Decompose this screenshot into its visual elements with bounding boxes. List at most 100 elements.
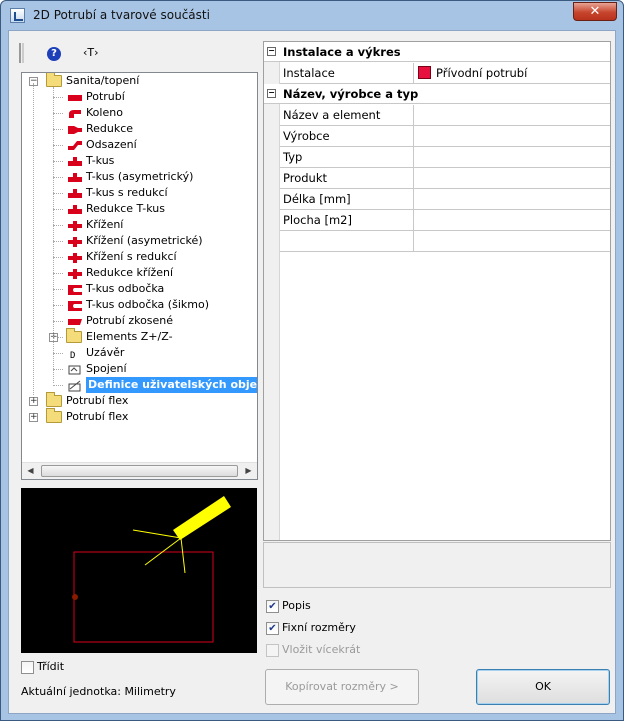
property-key: Produkt (280, 168, 414, 188)
property-key: Plocha [m2] (280, 210, 414, 230)
tree-item-label: Křížení (86, 218, 124, 231)
property-row[interactable]: Produkt (280, 168, 610, 189)
join-icon (68, 364, 82, 375)
cap-icon: D (68, 348, 82, 361)
tree-connector (53, 129, 63, 130)
fixed-dimensions-checkbox[interactable]: ✔ Fixní rozměry (266, 621, 356, 635)
elbow-icon (68, 108, 82, 118)
property-key: Instalace (280, 63, 414, 83)
section-header-installation[interactable]: − Instalace a výkres (264, 42, 610, 62)
tree-connector (53, 193, 63, 194)
dialog-window: 2D Potrubí a tvarové součásti ✕ ? ‹T› − … (0, 0, 624, 721)
title-bar: 2D Potrubí a tvarové součásti ✕ (1, 1, 623, 29)
property-key: Typ (280, 147, 414, 167)
tree-item-label: T-kus odbočka (šikmo) (86, 298, 209, 311)
property-row[interactable] (280, 231, 610, 252)
checkbox-box[interactable]: ✔ (266, 621, 279, 635)
cross-reducing-icon (68, 252, 82, 263)
tree-connector (53, 97, 63, 98)
folder-icon (66, 328, 82, 343)
tree-item-label: Křížení (asymetrické) (86, 234, 203, 247)
property-row[interactable]: Plocha [m2] (280, 210, 610, 231)
property-row[interactable]: Délka [mm] (280, 189, 610, 210)
tree-item-label: Potrubí flex (66, 394, 129, 407)
collapse-icon[interactable]: − (267, 89, 276, 98)
checkbox-box[interactable]: ✔ (266, 599, 279, 613)
tree-connector (53, 113, 63, 114)
tree-connector (53, 225, 63, 226)
folder-icon (46, 392, 62, 407)
tree-item-label: Redukce T-kus (86, 202, 165, 215)
label-checkbox[interactable]: ✔ Popis (266, 599, 311, 613)
property-key: Délka [mm] (280, 189, 414, 209)
property-key (280, 231, 414, 251)
properties-grid[interactable]: − Instalace a výkres Instalace Přívodní … (263, 41, 611, 541)
text-tag-icon[interactable]: ‹T› (83, 46, 99, 59)
property-row[interactable]: Název a element (280, 105, 610, 126)
expand-icon[interactable]: + (29, 397, 38, 406)
tee-asym-icon (68, 172, 82, 182)
tree-item-label: Potrubí (86, 90, 125, 103)
property-row[interactable]: Výrobce (280, 126, 610, 147)
tree-item-label: Spojení (86, 362, 127, 375)
toolbar-grip-icon[interactable] (19, 43, 24, 63)
expand-icon[interactable]: + (29, 413, 38, 422)
scroll-thumb[interactable] (41, 465, 238, 477)
tree-item-label: T-kus (asymetrický) (86, 170, 194, 183)
property-value-installation[interactable]: Přívodní potrubí (418, 63, 527, 83)
tree-item-label: T-kus odbočka (86, 282, 165, 295)
tree-connector (53, 369, 63, 370)
property-description-panel (263, 542, 611, 588)
sort-checkbox[interactable]: Třídit (21, 660, 64, 674)
scroll-right-icon[interactable]: ▶ (240, 463, 257, 479)
help-icon[interactable]: ? (47, 47, 61, 61)
svg-text:D: D (70, 351, 75, 359)
tree-connector (53, 273, 63, 274)
scroll-left-icon[interactable]: ◀ (22, 463, 39, 479)
tree-item-label: Koleno (86, 106, 123, 119)
sort-label: Třídit (37, 660, 65, 673)
property-value-text: Přívodní potrubí (436, 66, 528, 80)
branch-tee-icon (68, 284, 82, 295)
tree-connector (53, 257, 63, 258)
reducer-icon (68, 124, 82, 134)
preview-axis-line (132, 529, 182, 539)
preview-axis-line (180, 537, 186, 574)
tree-connector (53, 177, 63, 178)
section-header-name[interactable]: − Název, výrobce a typ (264, 84, 610, 104)
collapse-icon[interactable]: − (267, 47, 276, 56)
checkbox-box[interactable] (21, 660, 34, 674)
property-row-installation[interactable]: Instalace Přívodní potrubí (280, 63, 610, 84)
preview-pipe-shape (173, 496, 231, 540)
folder-icon (46, 408, 62, 423)
component-tree[interactable]: − Sanita/topení Potrubí Koleno Redukce Odsa… (21, 72, 258, 480)
tree-item-label: Potrubí zkosené (86, 314, 174, 327)
tree-item-label: Redukce křížení (86, 266, 174, 279)
tree-item-label: Uzávěr (86, 346, 125, 359)
close-button[interactable]: ✕ (573, 2, 617, 21)
tree-horizontal-scrollbar[interactable]: ◀ ▶ (22, 462, 257, 479)
tree-connector (53, 241, 63, 242)
tree-connector (53, 161, 63, 162)
dialog-client: ? ‹T› − Sanita/topení Potrubí Koleno Reduk… (8, 30, 616, 714)
preview-rectangle (73, 551, 214, 643)
fixed-dimensions-text: Fixní rozměry (282, 621, 356, 634)
tree-item-label: T-kus (86, 154, 115, 167)
tree-connector (53, 305, 63, 306)
tree-item-label: T-kus s redukcí (86, 186, 168, 199)
grid-gutter (264, 42, 280, 540)
folder-icon (46, 73, 62, 87)
property-row[interactable]: Typ (280, 147, 610, 168)
app-icon (10, 8, 25, 23)
preview-canvas (21, 488, 257, 653)
tree-guide-line (33, 83, 34, 395)
toolbar: ? ‹T› (19, 39, 259, 65)
ok-button[interactable]: OK (476, 669, 610, 705)
tree-item-label: Sanita/topení (66, 74, 140, 87)
tree-connector (53, 353, 63, 354)
bevelled-pipe-icon (68, 316, 82, 326)
preview-drawing (72, 496, 231, 643)
tree-connector (53, 321, 63, 322)
reducer-cross-icon (68, 268, 82, 279)
section-title: Instalace a výkres (283, 45, 401, 59)
